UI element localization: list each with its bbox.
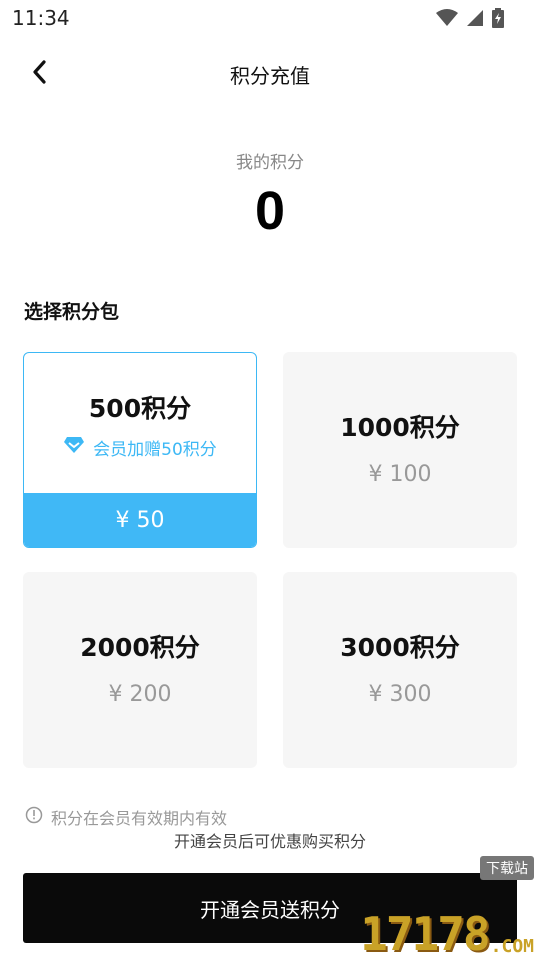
diamond-icon: [63, 436, 85, 459]
package-price: ¥ 100: [368, 462, 432, 487]
section-title: 选择积分包: [24, 301, 120, 323]
watermark-logo: 下载站 17178 .COM: [360, 856, 534, 961]
status-bar: 11:34: [0, 0, 540, 36]
package-price: ¥ 50: [24, 493, 256, 547]
my-points-value: 0: [254, 181, 286, 241]
package-bonus-text: 会员加赠50积分: [93, 440, 217, 460]
package-amount: 500积分: [88, 394, 192, 423]
watermark-badge: 下载站: [480, 856, 534, 880]
open-membership-label: 开通会员送积分: [200, 897, 340, 922]
package-card-3000[interactable]: 3000积分 ¥ 300: [283, 572, 517, 768]
package-card-2000[interactable]: 2000积分 ¥ 200: [23, 572, 257, 768]
wifi-icon: [436, 9, 458, 31]
status-icons: [436, 8, 504, 32]
package-card-500[interactable]: 500积分 会员加赠50积分 ¥ 50: [23, 352, 257, 548]
my-points-label: 我的积分: [236, 153, 304, 173]
watermark-suffix: .COM: [490, 936, 534, 957]
status-time: 11:34: [12, 6, 70, 30]
validity-notice: 积分在会员有效期内有效: [25, 805, 227, 829]
info-icon: [25, 806, 43, 828]
package-amount: 2000积分: [80, 633, 200, 662]
package-bonus: 会员加赠50积分: [24, 435, 256, 460]
package-card-1000[interactable]: 1000积分 ¥ 100: [283, 352, 517, 548]
validity-notice-text: 积分在会员有效期内有效: [51, 809, 228, 828]
watermark-main: 17178: [360, 907, 490, 961]
nav-bar: 积分充值: [0, 48, 540, 98]
package-amount: 3000积分: [340, 633, 460, 662]
battery-icon: [492, 8, 504, 32]
cell-signal-icon: [466, 9, 484, 31]
package-price: ¥ 300: [368, 682, 432, 707]
member-discount-notice: 开通会员后可优惠购买积分: [173, 832, 366, 851]
package-amount: 1000积分: [340, 413, 460, 442]
page-title: 积分充值: [230, 64, 310, 88]
package-price: ¥ 200: [108, 682, 172, 707]
